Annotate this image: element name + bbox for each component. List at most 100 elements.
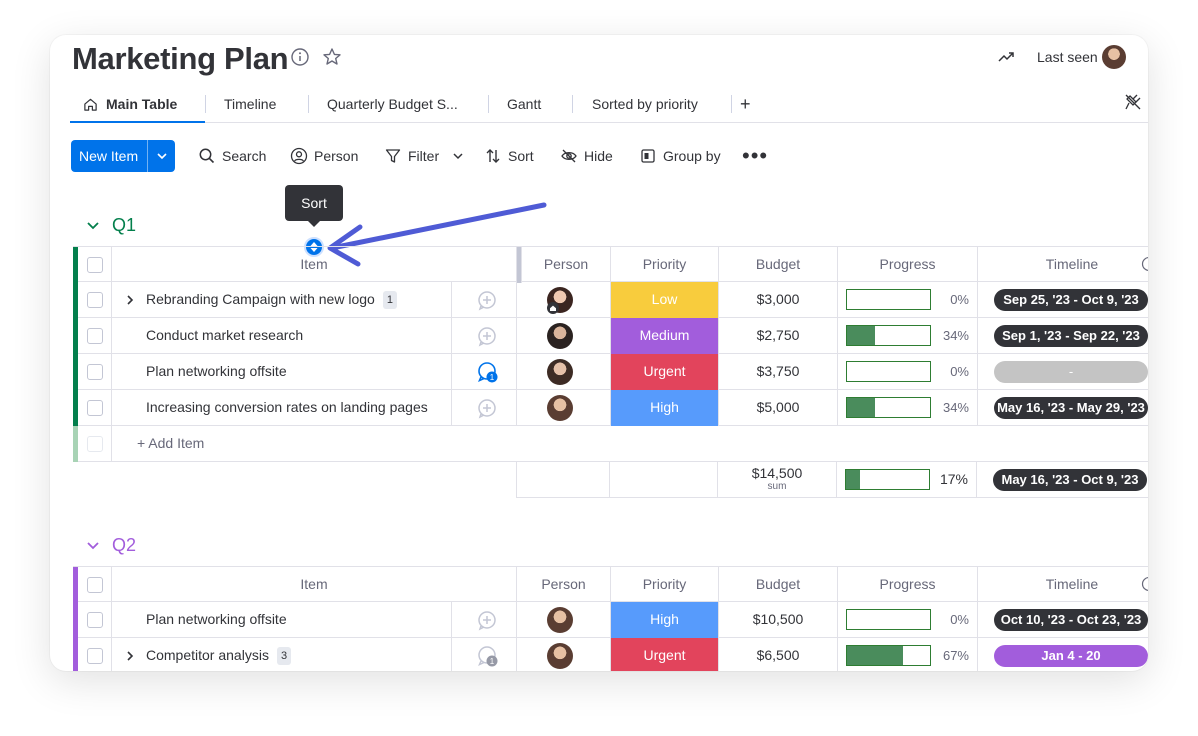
info-icon[interactable] [1141, 256, 1148, 272]
timeline-cell[interactable]: Sep 25, '23 - Oct 9, '23 [978, 282, 1148, 318]
info-icon[interactable] [1141, 576, 1148, 592]
search-button[interactable]: Search [198, 147, 266, 165]
tab-sorted-by-priority[interactable]: Sorted by priority [592, 87, 698, 123]
summary-cell-budget[interactable]: $14,500 sum [718, 462, 837, 498]
row-checkbox[interactable] [87, 328, 103, 344]
group-title-q1[interactable]: Q1 [112, 215, 136, 236]
avatar[interactable] [547, 323, 573, 349]
add-item-row[interactable]: + Add Item [73, 426, 517, 462]
timeline-cell[interactable]: Sep 1, '23 - Sep 22, '23 [978, 318, 1148, 354]
last-seen-label[interactable]: Last seen [1037, 49, 1098, 65]
updates-cell[interactable]: 1 [452, 354, 517, 390]
priority-cell[interactable]: Low [611, 282, 719, 318]
person-filter-button[interactable]: Person [290, 147, 358, 165]
summary-cell-timeline[interactable]: May 16, '23 - Oct 9, '23 [977, 462, 1148, 498]
person-cell[interactable] [517, 354, 611, 390]
tab-timeline[interactable]: Timeline [224, 87, 276, 123]
star-icon[interactable] [322, 47, 342, 67]
budget-cell[interactable]: $2,750 [719, 318, 838, 354]
add-update-icon[interactable] [476, 325, 498, 347]
hide-button[interactable]: Hide [560, 147, 613, 165]
table-row[interactable]: Rebranding Campaign with new logo 1 Low $… [73, 282, 1148, 318]
avatar[interactable] [547, 359, 573, 385]
priority-cell[interactable]: Medium [611, 318, 719, 354]
sort-button[interactable]: Sort [484, 147, 534, 165]
integrations-icon[interactable] [1124, 93, 1142, 111]
column-header-priority[interactable]: Priority [611, 247, 719, 283]
timeline-pill[interactable]: Jan 4 - 20 [994, 645, 1148, 667]
timeline-pill[interactable]: May 16, '23 - May 29, '23 [994, 397, 1148, 419]
timeline-pill[interactable]: - [994, 361, 1148, 383]
table-row[interactable]: Plan networking offsite 1 Urgent $3,750 … [73, 354, 1148, 390]
row-checkbox[interactable] [87, 648, 103, 664]
new-item-button[interactable]: New Item [71, 140, 175, 172]
progress-cell[interactable]: 34% [838, 318, 978, 354]
priority-cell[interactable]: High [611, 602, 719, 638]
expand-subitems-icon[interactable] [124, 294, 136, 306]
table-row[interactable]: Conduct market research Medium $2,750 34… [73, 318, 1148, 354]
row-checkbox[interactable] [87, 292, 103, 308]
select-all-checkbox[interactable] [87, 257, 103, 273]
budget-cell[interactable]: $5,000 [719, 390, 838, 426]
group-by-button[interactable]: Group by [639, 147, 721, 165]
add-view-button[interactable]: + [740, 94, 751, 115]
add-item-input[interactable]: + Add Item [137, 426, 204, 461]
person-cell[interactable] [517, 318, 611, 354]
timeline-pill[interactable]: Sep 1, '23 - Sep 22, '23 [994, 325, 1148, 347]
budget-cell[interactable]: $3,750 [719, 354, 838, 390]
timeline-pill[interactable]: May 16, '23 - Oct 9, '23 [993, 469, 1147, 491]
item-cell[interactable]: Rebranding Campaign with new logo 1 [112, 282, 452, 318]
group-title-q2[interactable]: Q2 [112, 535, 136, 556]
person-cell[interactable] [517, 390, 611, 426]
column-header-item[interactable]: Item [112, 247, 517, 283]
item-cell[interactable]: Plan networking offsite [112, 602, 452, 638]
row-checkbox[interactable] [87, 612, 103, 628]
updates-cell[interactable] [452, 390, 517, 426]
column-header-person[interactable]: Person [522, 247, 611, 283]
item-cell[interactable]: Competitor analysis 3 [112, 638, 452, 671]
info-icon[interactable] [290, 47, 310, 67]
add-update-icon[interactable] [476, 609, 498, 631]
updates-cell[interactable]: 1 [452, 638, 517, 671]
collapse-group-icon[interactable] [86, 539, 100, 553]
timeline-cell[interactable]: - [978, 354, 1148, 390]
summary-cell-progress[interactable]: 17% [837, 462, 977, 498]
column-header-budget[interactable]: Budget [719, 567, 838, 603]
add-update-icon[interactable] [476, 397, 498, 419]
activity-icon[interactable] [996, 47, 1016, 67]
row-checkbox[interactable] [87, 400, 103, 416]
progress-cell[interactable]: 0% [838, 602, 978, 638]
last-seen-avatar[interactable] [1102, 45, 1126, 69]
progress-cell[interactable]: 0% [838, 354, 978, 390]
chevron-down-icon[interactable] [155, 149, 169, 163]
progress-cell[interactable]: 67% [838, 638, 978, 671]
avatar[interactable] [547, 607, 573, 633]
more-options-button[interactable]: ••• [742, 143, 768, 169]
timeline-cell[interactable]: May 16, '23 - May 29, '23 [978, 390, 1148, 426]
progress-cell[interactable]: 34% [838, 390, 978, 426]
select-all-checkbox[interactable] [87, 577, 103, 593]
tab-main-table[interactable]: Main Table [70, 87, 205, 123]
priority-cell[interactable]: Urgent [611, 354, 719, 390]
priority-cell[interactable]: Urgent [611, 638, 719, 671]
table-row[interactable]: Plan networking offsite High $10,500 0% … [73, 602, 1148, 638]
column-header-progress[interactable]: Progress [838, 247, 978, 283]
tab-gantt[interactable]: Gantt [507, 87, 541, 123]
column-header-priority[interactable]: Priority [611, 567, 719, 603]
collapse-group-icon[interactable] [86, 219, 100, 233]
person-cell[interactable] [517, 602, 611, 638]
chevron-down-icon[interactable] [451, 149, 465, 163]
tab-quarterly-budget[interactable]: Quarterly Budget S... [327, 87, 458, 123]
updates-icon[interactable]: 1 [476, 645, 498, 667]
budget-cell[interactable]: $10,500 [719, 602, 838, 638]
column-header-budget[interactable]: Budget [719, 247, 838, 283]
timeline-cell[interactable]: Jan 4 - 20 [978, 638, 1148, 671]
updates-icon[interactable]: 1 [476, 361, 498, 383]
column-header-timeline[interactable]: Timeline [978, 567, 1148, 603]
column-header-person[interactable]: Person [517, 567, 611, 603]
avatar[interactable] [547, 643, 573, 669]
budget-cell[interactable]: $3,000 [719, 282, 838, 318]
page-title[interactable]: Marketing Plan [72, 41, 289, 77]
column-header-timeline[interactable]: Timeline [978, 247, 1148, 283]
subitems-count-badge[interactable]: 1 [382, 291, 397, 309]
